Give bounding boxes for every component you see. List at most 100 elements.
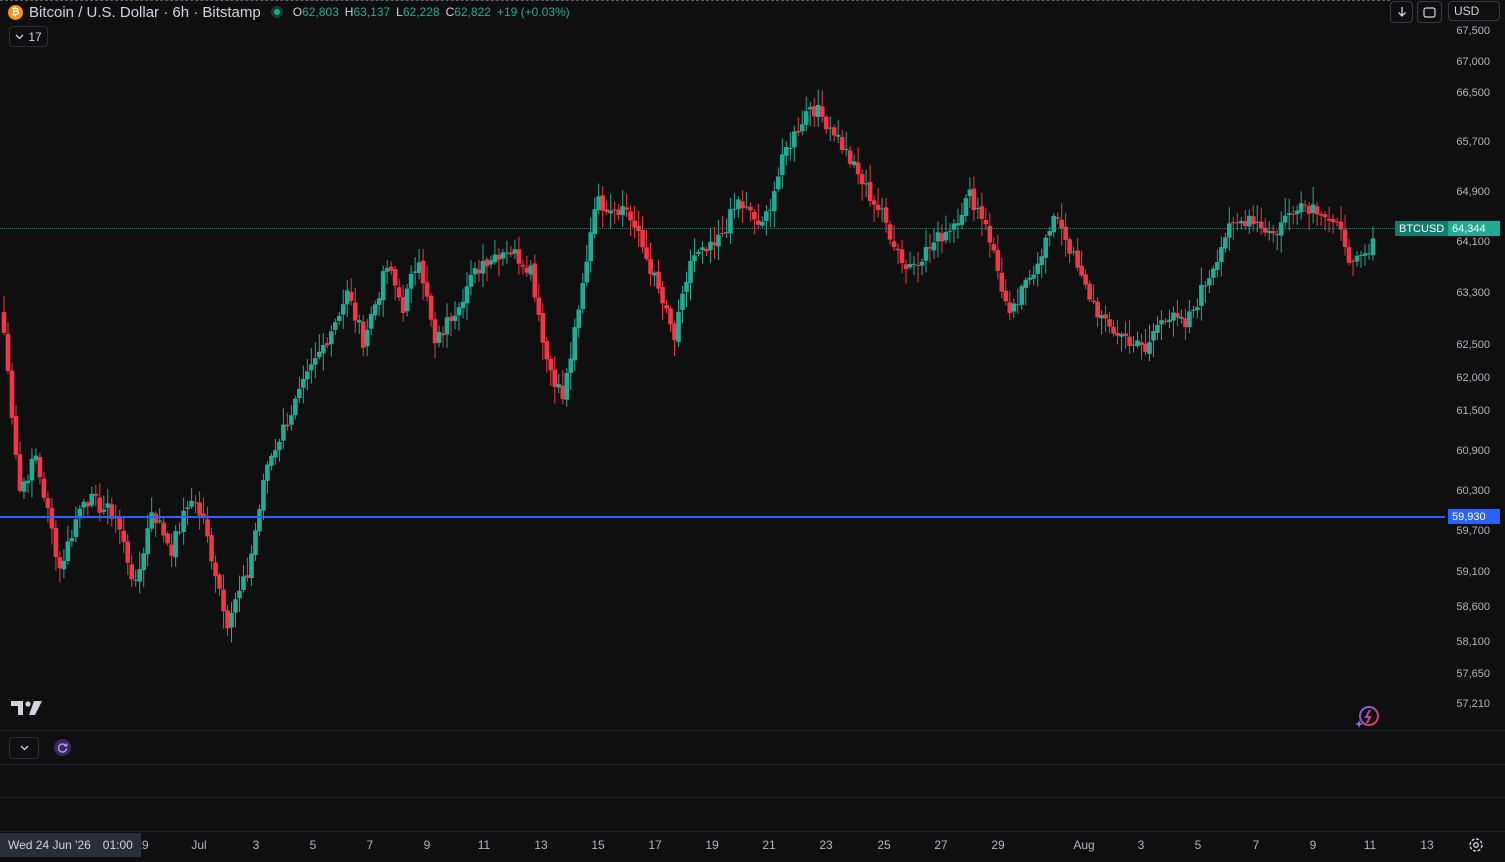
candle-up xyxy=(328,325,334,357)
tradingview-logo-icon[interactable] xyxy=(11,699,43,716)
candle-down xyxy=(13,404,19,460)
candle-up xyxy=(472,262,478,284)
horizontal-line-drawing[interactable] xyxy=(0,516,1445,518)
candle-down xyxy=(995,234,1001,280)
candle-up xyxy=(564,367,570,407)
candle-up xyxy=(1310,186,1316,224)
candle-up xyxy=(464,272,470,320)
candle-up xyxy=(305,359,310,391)
candle-up xyxy=(25,474,31,494)
indicators-collapse-button[interactable]: 17 xyxy=(9,26,48,47)
price-axis-label: 65,700 xyxy=(1456,136,1490,148)
scroll-to-realtime-button[interactable] xyxy=(1390,1,1413,23)
candle-down xyxy=(388,261,394,276)
candle-up xyxy=(716,219,721,261)
candle-up xyxy=(1203,280,1208,303)
candle-up xyxy=(951,218,957,243)
market-status-icon[interactable] xyxy=(270,6,283,18)
last-price-tag: 64,344 xyxy=(1448,221,1500,236)
pane-collapse-button[interactable] xyxy=(9,737,39,759)
candle-up xyxy=(1171,306,1176,337)
refresh-indicator-icon[interactable] xyxy=(54,739,71,756)
fullscreen-button[interactable] xyxy=(1417,1,1442,23)
currency-select[interactable]: USD xyxy=(1448,1,1500,21)
candle-up xyxy=(576,305,582,338)
candle-down xyxy=(432,312,438,359)
ohlc-high: H63,137 xyxy=(344,5,391,19)
candle-up xyxy=(1151,322,1156,358)
candle-up xyxy=(568,342,574,391)
candle-down xyxy=(536,284,542,322)
price-axis-label: 66,500 xyxy=(1456,87,1490,99)
candle-down xyxy=(440,326,446,348)
candle-down xyxy=(352,287,358,333)
candle-up xyxy=(65,525,71,565)
candle-down xyxy=(1139,333,1144,360)
candle-down xyxy=(197,491,202,530)
time-axis[interactable]: 29 Jul 3 5 7 9 11 13 15 17 19 21 23 25 2… xyxy=(0,832,1505,862)
candle-down xyxy=(1079,250,1084,278)
candle-down xyxy=(117,509,123,544)
candle-down xyxy=(205,506,210,543)
candle-down xyxy=(875,188,881,218)
chart-plot-area[interactable] xyxy=(0,0,1445,730)
time-axis-label: 9 xyxy=(423,838,431,852)
price-axis-label: 60,300 xyxy=(1456,485,1490,497)
candle-up xyxy=(185,500,190,525)
candle-up xyxy=(261,473,266,521)
candle-up xyxy=(1266,220,1272,241)
candle-up xyxy=(1035,252,1041,287)
candle-down xyxy=(979,192,985,237)
candle-up xyxy=(293,395,298,420)
time-axis-label: 3 xyxy=(1137,838,1145,852)
candle-down xyxy=(644,229,649,262)
crosshair-date: Wed 24 Jun '26 xyxy=(8,838,91,852)
gear-icon[interactable] xyxy=(1467,836,1485,854)
candle-down xyxy=(616,204,621,221)
candle-up xyxy=(919,258,925,276)
candle-down xyxy=(532,254,538,303)
candle-up xyxy=(963,194,969,223)
candle-down xyxy=(165,531,170,546)
candle-down xyxy=(927,233,933,263)
pane-separator[interactable] xyxy=(0,764,1505,765)
candle-up xyxy=(101,495,107,516)
candle-down xyxy=(855,147,861,185)
candle-up xyxy=(760,216,765,228)
candle-up xyxy=(1187,299,1192,333)
candle-up xyxy=(321,333,326,371)
candle-down xyxy=(1003,279,1009,306)
pane-separator[interactable] xyxy=(0,730,1505,731)
candle-up xyxy=(488,255,494,269)
candle-up xyxy=(584,244,590,286)
price-axis-label: 62,500 xyxy=(1456,339,1490,351)
candle-down xyxy=(213,555,218,593)
bitcoin-icon: ₿ xyxy=(8,4,23,20)
candle-up xyxy=(237,575,242,612)
candle-up xyxy=(257,504,262,536)
candle-up xyxy=(269,452,274,471)
symbol-title[interactable]: Bitcoin / U.S. Dollar · 6h · Bitstamp xyxy=(29,4,261,21)
candle-down xyxy=(516,236,522,275)
price-axis-label: 67,500 xyxy=(1456,25,1490,37)
pane-separator[interactable] xyxy=(0,797,1505,798)
candle-up xyxy=(1191,305,1196,318)
ohlc-low: L62,228 xyxy=(396,5,440,19)
candle-up xyxy=(468,260,474,296)
fullscreen-icon xyxy=(1423,6,1436,18)
sparkle-icon[interactable] xyxy=(1354,703,1382,731)
crosshair-date-label: Wed 24 Jun '26 01:00 xyxy=(0,833,141,857)
candle-up xyxy=(281,407,286,449)
horizontal-line-price-tag[interactable]: 59,930 xyxy=(1448,509,1500,524)
candle-up xyxy=(480,244,486,288)
candle-up xyxy=(863,169,869,197)
candle-up xyxy=(408,265,414,304)
candle-up xyxy=(309,348,314,384)
candle-down xyxy=(484,256,490,282)
candle-up xyxy=(1011,298,1017,318)
candle-up xyxy=(580,273,586,314)
candle-down xyxy=(41,471,47,502)
time-axis-label: 17 xyxy=(648,838,662,852)
candle-up xyxy=(21,477,27,499)
candle-up xyxy=(955,208,961,239)
